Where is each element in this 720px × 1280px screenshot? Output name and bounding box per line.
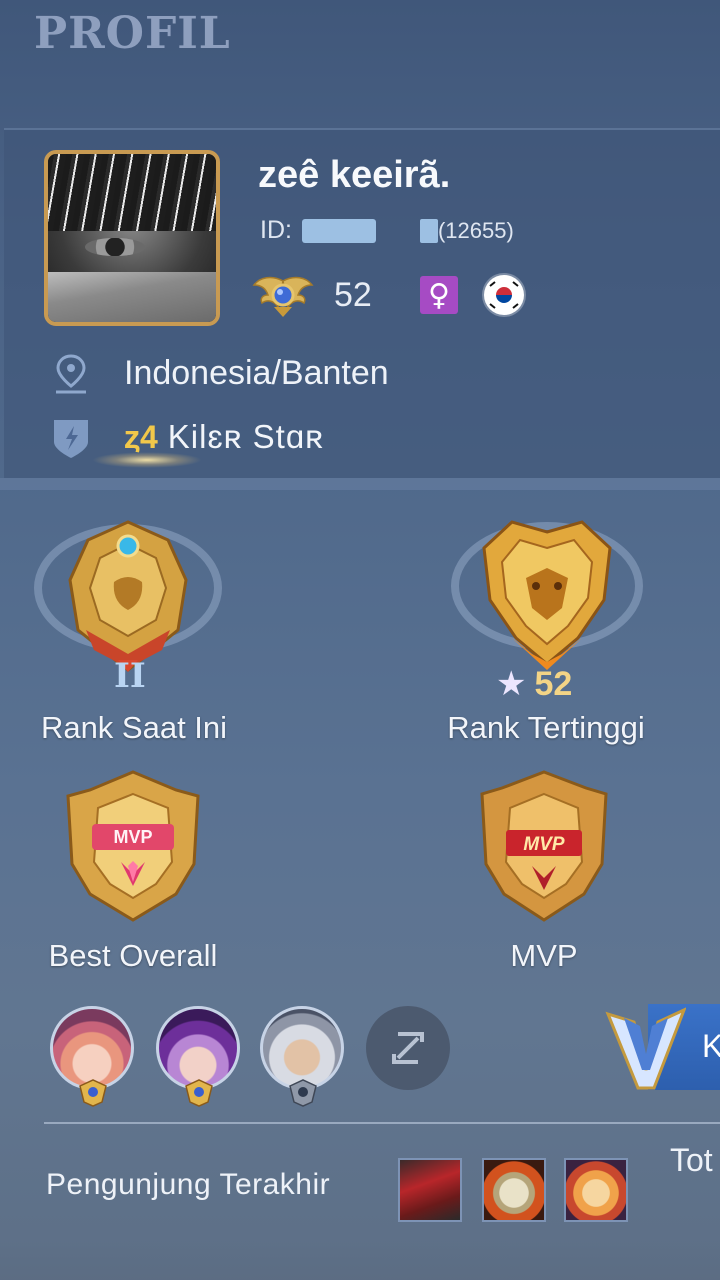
highest-rank-label: Rank Tertinggi (447, 710, 645, 745)
best-overall-badge-text: MVP (113, 827, 152, 847)
bottom-fade (0, 1240, 720, 1280)
female-gender-icon: ♀ (420, 276, 458, 314)
gold-mastery-badge-icon (79, 1079, 107, 1107)
location-text: Indonesia/Banten (124, 353, 389, 392)
v-emblem-icon (605, 1007, 686, 1090)
squad-shield-icon (54, 420, 88, 458)
highest-rank-stars: ★ 52 (496, 664, 572, 704)
south-korea-flag-icon (484, 275, 524, 315)
bottom-divider (44, 1122, 720, 1124)
stats-row: 52 ♀ (252, 268, 524, 322)
highest-rank-medal-icon[interactable] (442, 508, 652, 678)
star-icon: ★ (496, 664, 527, 704)
avatar-scarf-detail (48, 271, 216, 322)
edit-swap-icon (392, 1032, 424, 1064)
edit-heroes-button[interactable] (366, 1006, 450, 1090)
server-id: (12655) (437, 217, 514, 243)
location-row: Indonesia/Banten (48, 350, 389, 396)
level-wings-icon (252, 276, 314, 317)
flag-graphic (485, 276, 523, 314)
best-overall-label: Best Overall (48, 938, 218, 973)
avatar-fur-detail (48, 154, 216, 232)
visitor-avatar[interactable] (482, 1158, 546, 1222)
side-tab-label: K (702, 1028, 720, 1064)
user-id-row: ID: (12655) (260, 216, 514, 245)
mvp-medal-icon[interactable]: MVP (472, 766, 616, 926)
user-id-redaction (419, 218, 438, 243)
silver-mastery-badge-icon (289, 1079, 317, 1107)
username: zeê keeirã. (258, 154, 451, 196)
user-id-redaction (301, 218, 376, 243)
avatar[interactable] (44, 150, 220, 326)
user-id-label: ID: (260, 216, 292, 244)
gold-mastery-badge-icon (185, 1079, 213, 1107)
mvp-label: MVP (510, 938, 578, 973)
best-overall-medal-icon[interactable]: MVP (58, 766, 208, 926)
total-visitors-label: Tot (670, 1142, 713, 1178)
rank-tier-numeral: II (114, 656, 146, 696)
current-rank-label: Rank Saat Ini (40, 710, 228, 745)
recent-visitors-label: Pengunjung Terakhir (46, 1168, 331, 1201)
squad-tag: ȥ4 (124, 418, 158, 455)
squad-name: Kilɛʀ Stɑʀ (167, 418, 325, 455)
squad-sparkle-effect (92, 452, 202, 468)
visitor-avatar[interactable] (564, 1158, 628, 1222)
player-level: 52 (334, 275, 372, 314)
page-title: PROFIL (34, 8, 231, 59)
avatar-eye-detail (84, 238, 146, 257)
star-count-value: 52 (534, 664, 573, 703)
mvp-badge-text: MVP (523, 834, 565, 855)
section-divider (0, 478, 720, 490)
visitor-avatar[interactable] (398, 1158, 462, 1222)
location-pin-icon (56, 354, 86, 394)
